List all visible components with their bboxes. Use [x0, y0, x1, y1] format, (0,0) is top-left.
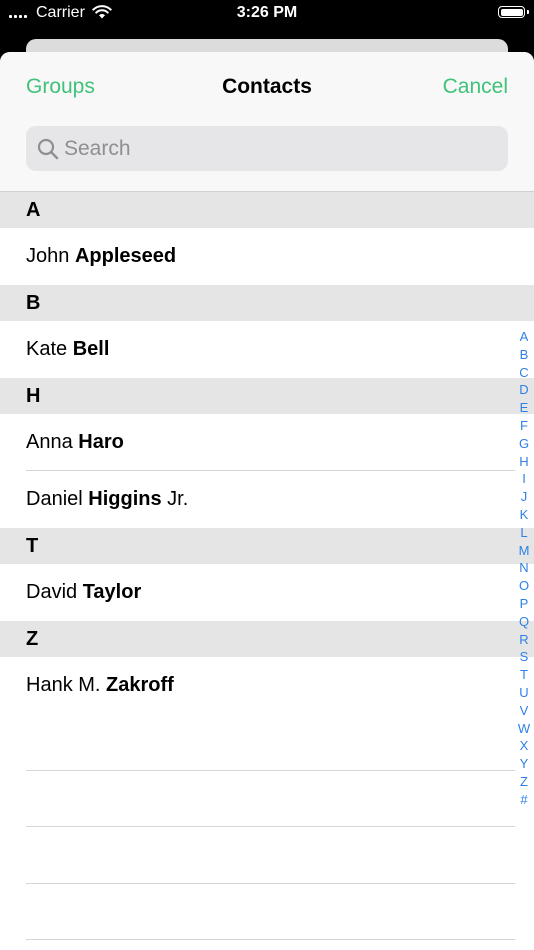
contact-family-name: Taylor — [82, 581, 142, 603]
navigation-bar: Groups Contacts Cancel — [0, 52, 534, 192]
index-letter[interactable]: V — [520, 702, 529, 720]
status-bar: Carrier 3:26 PM — [0, 0, 534, 30]
contact-family-name: Haro — [78, 431, 124, 453]
section-index[interactable]: A B C D E F G H I J K L M N O P Q R S T U V W X Y Z # — [514, 328, 534, 809]
contact-row[interactable]: Anna Haro — [0, 414, 534, 471]
contact-name: Hank M. Zakroff — [26, 674, 174, 697]
index-letter[interactable]: N — [519, 559, 528, 577]
index-letter[interactable]: C — [519, 364, 528, 382]
index-letter[interactable]: R — [519, 631, 528, 649]
index-letter[interactable]: L — [520, 524, 527, 542]
section-header-label: H — [26, 385, 41, 407]
contact-family-name: Appleseed — [74, 245, 177, 267]
contact-family-name: Zakroff — [106, 674, 174, 696]
empty-row — [0, 827, 534, 884]
clock: 3:26 PM — [236, 4, 298, 21]
contact-given-name: John — [26, 245, 70, 267]
contact-given-name: Daniel — [26, 488, 83, 510]
index-letter[interactable]: A — [520, 328, 529, 346]
contact-name: Daniel Higgins Jr. — [26, 488, 188, 511]
search-icon — [37, 138, 59, 160]
index-letter[interactable]: D — [519, 381, 528, 399]
search-bar[interactable] — [26, 126, 508, 171]
contact-list: A John Appleseed B Kate Bell H Anna Haro Danie… — [0, 192, 534, 950]
index-letter[interactable]: O — [519, 577, 529, 595]
section-header-b: B — [0, 285, 534, 321]
index-letter[interactable]: S — [520, 648, 529, 666]
battery-icon — [498, 6, 529, 18]
contacts-sheet: Groups Contacts Cancel A John Appleseed B K… — [0, 52, 534, 950]
section-header-h: H — [0, 378, 534, 414]
section-header-label: A — [26, 199, 41, 221]
index-letter[interactable]: G — [519, 435, 529, 453]
section-header-label: B — [26, 292, 41, 314]
index-letter[interactable]: W — [518, 720, 530, 738]
contact-row[interactable]: Kate Bell — [0, 321, 534, 378]
index-letter[interactable]: H — [519, 453, 528, 471]
empty-row — [0, 714, 534, 771]
contact-row[interactable]: John Appleseed — [0, 228, 534, 285]
empty-row — [0, 771, 534, 828]
empty-row — [0, 884, 534, 941]
index-letter[interactable]: X — [520, 737, 529, 755]
contact-family-name: Higgins — [88, 488, 162, 510]
section-header-label: Z — [26, 628, 39, 650]
search-input[interactable] — [64, 126, 494, 171]
section-header-label: T — [26, 535, 39, 557]
contact-given-name: Anna — [26, 431, 73, 453]
contact-family-name: Bell — [72, 338, 110, 360]
section-header-a: A — [0, 192, 534, 228]
contact-suffix: Jr. — [167, 488, 189, 510]
empty-row — [0, 940, 534, 950]
index-letter[interactable]: U — [519, 684, 528, 702]
index-letter[interactable]: Q — [519, 613, 529, 631]
contact-name: David Taylor — [26, 581, 141, 604]
index-letter[interactable]: # — [520, 791, 527, 809]
contact-row[interactable]: Hank M. Zakroff — [0, 657, 534, 714]
contact-given-name: Hank M. — [26, 674, 101, 696]
index-letter[interactable]: F — [520, 417, 528, 435]
contact-given-name: David — [26, 581, 78, 603]
index-letter[interactable]: B — [520, 346, 529, 364]
contact-row[interactable]: David Taylor — [0, 564, 534, 621]
index-letter[interactable]: P — [520, 595, 529, 613]
index-letter[interactable]: T — [520, 666, 528, 684]
contact-name: Kate Bell — [26, 338, 109, 361]
contact-given-name: Kate — [26, 338, 68, 360]
index-letter[interactable]: M — [519, 542, 530, 560]
index-letter[interactable]: I — [522, 470, 526, 488]
index-letter[interactable]: E — [520, 399, 529, 417]
index-letter[interactable]: Y — [520, 755, 529, 773]
contact-name: Anna Haro — [26, 431, 124, 454]
contact-row[interactable]: Daniel Higgins Jr. — [0, 471, 534, 528]
cancel-button[interactable]: Cancel — [443, 75, 508, 99]
section-header-t: T — [0, 528, 534, 564]
section-header-z: Z — [0, 621, 534, 657]
contact-name: John Appleseed — [26, 245, 176, 268]
index-letter[interactable]: J — [521, 488, 528, 506]
index-letter[interactable]: Z — [520, 773, 528, 791]
index-letter[interactable]: K — [520, 506, 529, 524]
